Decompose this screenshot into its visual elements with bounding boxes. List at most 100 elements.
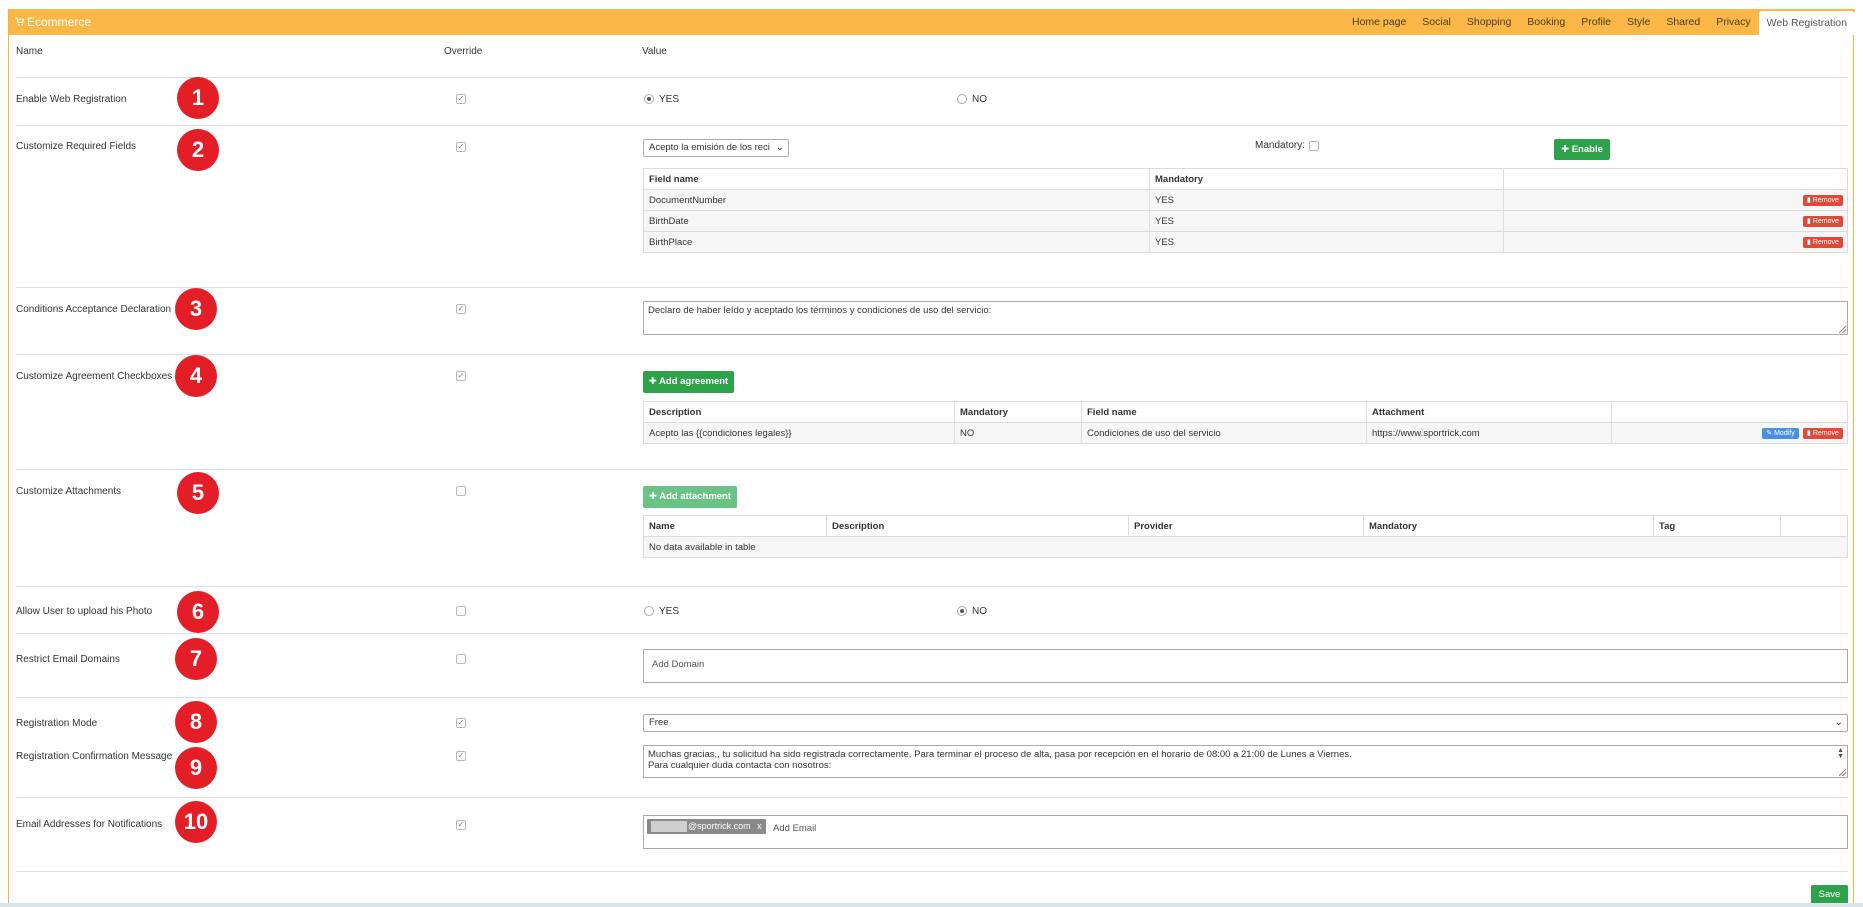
tab-shopping[interactable]: Shopping	[1459, 9, 1519, 35]
resize-handle[interactable]	[1839, 326, 1846, 333]
override-checkbox-upload-photo[interactable]	[456, 606, 466, 616]
radio-photo-no-label: NO	[972, 606, 987, 617]
plus-icon: ✚	[1561, 144, 1570, 155]
cell-mandatory: YES	[1149, 231, 1504, 253]
cell-field: DocumentNumber	[643, 189, 1150, 211]
remove-button[interactable]: ▮ Remove	[1803, 428, 1843, 439]
tab-booking[interactable]: Booking	[1519, 9, 1573, 35]
tab-bar: Home page Social Shopping Booking Profil…	[1344, 9, 1855, 35]
step-badge-3: 3	[175, 288, 217, 330]
panel-title: Ecommerce	[15, 15, 91, 29]
tab-home-page[interactable]: Home page	[1344, 9, 1414, 35]
trash-icon: ▮	[1807, 430, 1811, 437]
plus-icon: ✚	[648, 376, 657, 387]
table-header-row: Name Description Provider Mandatory Tag	[643, 515, 1848, 537]
page-bottom-strip	[0, 903, 1863, 907]
required-fields-table: Field name Mandatory DocumentNumber YES …	[643, 168, 1848, 253]
attachments-table: Name Description Provider Mandatory Tag …	[643, 515, 1848, 558]
th-attachment: Attachment	[1366, 401, 1612, 423]
add-attachment-button[interactable]: ✚ Add attachment	[643, 486, 737, 508]
empty-table-message: No data available in table	[643, 536, 1848, 558]
override-checkbox-registration-mode[interactable]: ✓	[456, 718, 466, 728]
column-header-name: Name	[16, 46, 43, 57]
add-attachment-label: Add attachment	[659, 491, 732, 502]
label-attachments: Customize Attachments	[16, 486, 122, 497]
agreements-table: Description Mandatory Field name Attachm…	[643, 401, 1848, 444]
required-field-select[interactable]: Acepto la emisión de los reci ⌄	[643, 139, 789, 157]
divider	[16, 871, 1848, 872]
save-button[interactable]: Save	[1811, 885, 1848, 905]
spinner-arrows-icon[interactable]: ▲ ▼	[1837, 747, 1844, 760]
add-agreement-label: Add agreement	[659, 376, 729, 387]
label-registration-mode: Registration Mode	[16, 718, 98, 729]
cell-mandatory: YES	[1149, 189, 1504, 211]
edit-icon: ✎	[1766, 430, 1773, 437]
table-header-row: Field name Mandatory	[643, 168, 1848, 190]
step-badge-7: 7	[175, 638, 217, 680]
divider	[16, 125, 1848, 126]
email-tag-remove-icon[interactable]: x	[757, 821, 762, 831]
table-header-row: Description Mandatory Field name Attachm…	[643, 401, 1848, 423]
override-checkbox-agreements[interactable]: ✓	[456, 371, 466, 381]
tab-style[interactable]: Style	[1619, 9, 1658, 35]
radio-enable-yes-label: YES	[659, 94, 680, 105]
override-checkbox-domains[interactable]	[456, 654, 466, 664]
conditions-textarea[interactable]: Declaro de haber leído y aceptado los té…	[643, 301, 1848, 335]
override-checkbox-required-fields[interactable]: ✓	[456, 142, 466, 152]
mandatory-label: Mandatory:	[1255, 140, 1306, 151]
cell-mandatory: NO	[954, 422, 1082, 444]
trash-icon: ▮	[1807, 197, 1811, 204]
step-badge-1: 1	[177, 77, 219, 119]
override-checkbox-conditions[interactable]: ✓	[456, 304, 466, 314]
tab-profile[interactable]: Profile	[1573, 9, 1619, 35]
column-header-override: Override	[444, 46, 483, 57]
domain-input[interactable]: Add Domain	[643, 649, 1848, 683]
remove-button[interactable]: ▮ Remove	[1803, 195, 1843, 206]
modify-label: Modify	[1774, 430, 1795, 437]
override-checkbox-confirmation[interactable]: ✓	[456, 751, 466, 761]
divider	[16, 287, 1848, 288]
confirmation-textarea[interactable]: Muchas gracias,, tu solicitud ha sido re…	[643, 745, 1848, 778]
enable-button-label: Enable	[1571, 144, 1603, 155]
plus-icon: ✚	[648, 491, 657, 502]
th-name: Name	[643, 515, 827, 537]
table-row: Acepto las {{condiciones legales}} NO Co…	[643, 422, 1848, 444]
tab-web-registration[interactable]: Web Registration	[1758, 11, 1855, 35]
panel-header: Ecommerce Home page Social Shopping Book…	[9, 9, 1855, 35]
remove-button[interactable]: ▮ Remove	[1803, 216, 1843, 227]
email-tag-text: @sportrick.com	[688, 821, 751, 831]
tab-privacy[interactable]: Privacy	[1708, 9, 1758, 35]
enable-button[interactable]: ✚ Enable	[1554, 139, 1610, 160]
radio-enable-yes[interactable]	[644, 94, 654, 104]
override-checkbox-notification-emails[interactable]: ✓	[456, 820, 466, 830]
override-checkbox-enable-web-registration[interactable]: ✓	[456, 94, 466, 104]
mandatory-checkbox[interactable]	[1309, 141, 1319, 151]
th-actions	[1503, 168, 1848, 190]
th-provider: Provider	[1128, 515, 1364, 537]
tab-shared[interactable]: Shared	[1658, 9, 1708, 35]
cell-attachment: https://www.sportrick.com	[1366, 422, 1612, 444]
divider	[16, 469, 1848, 470]
th-description: Description	[643, 401, 955, 423]
trash-icon: ▮	[1807, 239, 1811, 246]
radio-photo-no[interactable]	[957, 606, 967, 616]
cell-field-name: Condiciones de uso del servicio	[1081, 422, 1367, 444]
cell-actions: ▮ Remove	[1503, 231, 1848, 253]
registration-mode-select[interactable]: Free ⌄	[643, 714, 1848, 732]
chevron-down-icon: ⌄	[1834, 717, 1843, 728]
override-checkbox-attachments[interactable]	[456, 486, 466, 496]
notification-email-input[interactable]: @sportrick.com x Add Email	[643, 815, 1848, 849]
add-agreement-button[interactable]: ✚ Add agreement	[643, 371, 734, 393]
label-upload-photo: Allow User to upload his Photo	[16, 606, 153, 617]
radio-enable-no[interactable]	[957, 94, 967, 104]
table-row: BirthDate YES ▮ Remove	[643, 210, 1848, 232]
label-notification-emails: Email Addresses for Notifications	[16, 819, 163, 830]
tab-social[interactable]: Social	[1414, 9, 1459, 35]
ecommerce-panel: Ecommerce Home page Social Shopping Book…	[8, 9, 1855, 905]
radio-photo-yes[interactable]	[644, 606, 654, 616]
modify-button[interactable]: ✎ Modify	[1762, 428, 1799, 439]
confirmation-line-1: Muchas gracias,, tu solicitud ha sido re…	[648, 749, 1352, 760]
resize-handle[interactable]	[1839, 769, 1846, 776]
remove-button[interactable]: ▮ Remove	[1803, 237, 1843, 248]
cell-actions: ✎ Modify ▮ Remove	[1611, 422, 1848, 444]
